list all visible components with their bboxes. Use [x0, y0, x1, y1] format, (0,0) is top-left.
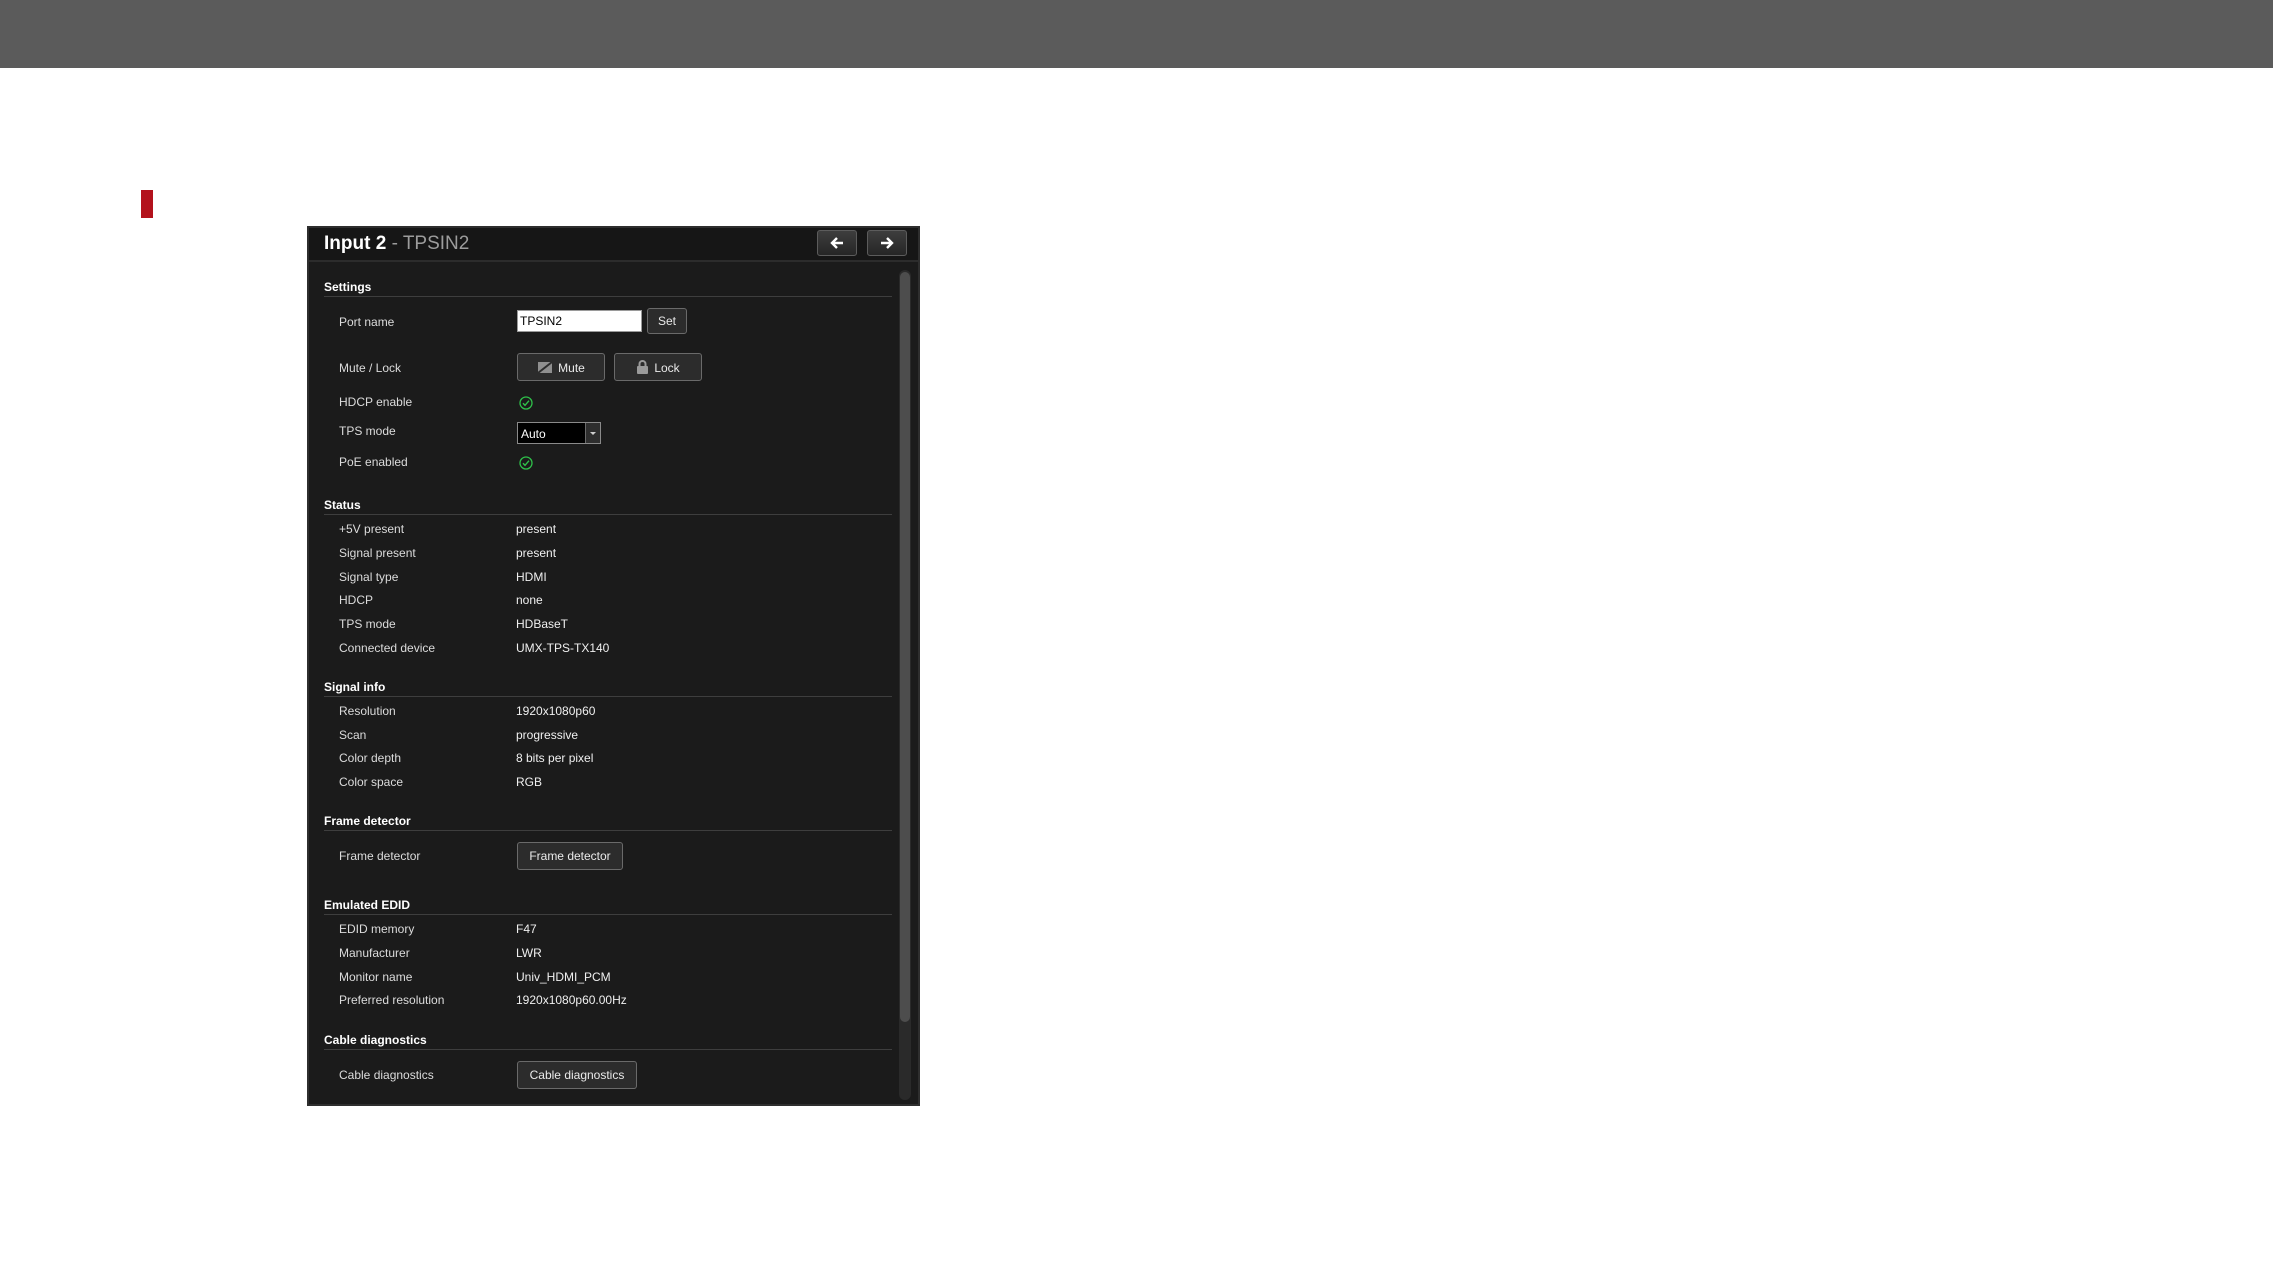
status-row-value: HDMI	[516, 570, 547, 584]
frame-detector-section-title: Frame detector	[324, 814, 411, 828]
signal-info-row-value: progressive	[516, 728, 579, 742]
status-row-label: HDCP	[339, 593, 374, 607]
poe-enabled-checkbox[interactable]	[519, 456, 533, 470]
input-port-panel: Input 2 - TPSIN2 Settings Port name Set …	[307, 226, 920, 1106]
mute-button[interactable]: Mute	[517, 353, 605, 381]
emulated-edid-divider	[324, 914, 892, 915]
port-name-label: Port name	[339, 315, 395, 329]
previous-port-button[interactable]	[817, 230, 857, 256]
mute-button-label: Mute	[558, 360, 585, 375]
section-marker	[141, 190, 153, 218]
status-row-value: present	[516, 546, 557, 560]
edid-row-value: Univ_HDMI_PCM	[516, 970, 611, 984]
edid-row-label: Preferred resolution	[339, 993, 445, 1007]
panel-title-port-name: TPSIN2	[402, 233, 470, 254]
frame-detector-divider	[324, 830, 892, 831]
cable-diagnostics-button[interactable]: Cable diagnostics	[517, 1061, 637, 1089]
status-row-value: HDBaseT	[516, 617, 569, 631]
hdcp-enable-checkbox[interactable]	[519, 396, 533, 410]
signal-info-row-label: Resolution	[339, 704, 396, 718]
settings-section-title: Settings	[324, 280, 372, 294]
lock-icon	[637, 360, 649, 375]
signal-info-row-label: Color depth	[339, 751, 402, 765]
signal-info-row-label: Scan	[339, 728, 367, 742]
status-row-label: +5V present	[339, 522, 405, 536]
top-bar	[0, 0, 2273, 68]
edid-row-label: Manufacturer	[339, 946, 410, 960]
mute-lock-label: Mute / Lock	[339, 361, 402, 375]
dropdown-arrow[interactable]	[585, 423, 600, 443]
port-name-input[interactable]	[517, 310, 642, 332]
frame-detector-button[interactable]: Frame detector	[517, 842, 623, 870]
emulated-edid-section-title: Emulated EDID	[324, 898, 411, 912]
panel-title-main: Input 2	[324, 233, 387, 254]
cable-diagnostics-section-title: Cable diagnostics	[324, 1033, 427, 1047]
edid-row-value: LWR	[516, 946, 542, 960]
edid-row-label: Monitor name	[339, 970, 413, 984]
scrollbar-thumb[interactable]	[900, 272, 910, 1022]
mute-icon	[537, 361, 553, 375]
set-port-name-button[interactable]: Set	[647, 308, 687, 334]
status-row-value: present	[516, 522, 557, 536]
status-row-label: Signal present	[339, 546, 416, 560]
cable-diagnostics-label: Cable diagnostics	[339, 1068, 434, 1082]
status-row-value: none	[516, 593, 543, 607]
arrow-right-icon	[881, 237, 894, 249]
lock-button[interactable]: Lock	[614, 353, 702, 381]
tps-mode-setting-label: TPS mode	[339, 424, 396, 438]
status-row-label: TPS mode	[339, 617, 396, 631]
hdcp-enable-label: HDCP enable	[339, 395, 413, 409]
tps-mode-selected-value: Auto	[521, 427, 546, 441]
next-port-button[interactable]	[867, 230, 907, 256]
lock-button-label: Lock	[654, 360, 680, 375]
status-row-label: Signal type	[339, 570, 399, 584]
frame-detector-label: Frame detector	[339, 849, 421, 863]
edid-row-label: EDID memory	[339, 922, 415, 936]
panel-title: Input 2 - TPSIN2	[324, 232, 469, 256]
arrow-left-icon	[830, 237, 843, 249]
poe-enabled-label: PoE enabled	[339, 455, 408, 469]
panel-title-separator: -	[391, 233, 398, 254]
status-row-value: UMX-TPS-TX140	[516, 641, 610, 655]
signal-info-row-value: 8 bits per pixel	[516, 751, 594, 765]
signal-info-row-label: Color space	[339, 775, 404, 789]
signal-info-row-value: 1920x1080p60	[516, 704, 596, 718]
status-divider	[324, 514, 892, 515]
chevron-down-icon	[590, 432, 596, 435]
status-section-title: Status	[324, 498, 361, 512]
edid-row-value: F47	[516, 922, 537, 936]
panel-scrollbar[interactable]	[899, 270, 911, 1100]
tps-mode-select[interactable]: Auto	[517, 422, 601, 444]
signal-info-section-title: Signal info	[324, 680, 386, 694]
signal-info-divider	[324, 696, 892, 697]
cable-diagnostics-divider	[324, 1049, 892, 1050]
settings-divider	[324, 296, 892, 297]
panel-header: Input 2 - TPSIN2	[309, 228, 918, 262]
signal-info-row-value: RGB	[516, 775, 543, 789]
status-row-label: Connected device	[339, 641, 436, 655]
edid-row-value: 1920x1080p60.00Hz	[516, 993, 627, 1007]
